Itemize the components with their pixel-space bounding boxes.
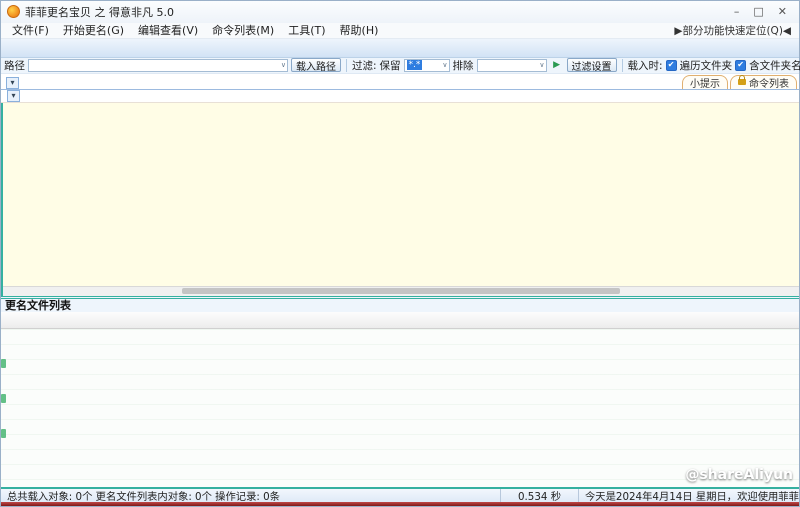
quick-locate-bar[interactable]: ▶部分功能快速定位(Q)◀: [674, 23, 795, 38]
keep-filter-combobox[interactable]: *.*: [404, 59, 450, 72]
window-title: 菲菲更名宝贝 之 得意非凡 5.0: [25, 4, 174, 20]
load-when-label: 载入时:: [628, 58, 663, 73]
menu-item[interactable]: 开始更名(G): [56, 22, 131, 38]
exclude-filter-combobox[interactable]: [477, 59, 547, 72]
maximize-button[interactable]: □: [753, 5, 763, 18]
status-bar: 总共载入对象: 0个 更名文件列表内对象: 0个 操作记录: 0条 0.534 …: [1, 487, 799, 502]
divider: [622, 59, 623, 72]
subtab-overflow-dropdown[interactable]: [7, 90, 20, 102]
include-foldername-checkbox[interactable]: [735, 60, 746, 71]
bottom-red-strip: [1, 502, 799, 506]
right-tabs: 小提示 命令列表: [682, 75, 797, 89]
title-bar: 菲菲更名宝贝 之 得意非凡 5.0 – □ ✕: [1, 1, 799, 23]
edge-marks: [1, 359, 7, 469]
filter-label: 过滤:: [352, 58, 377, 73]
minimize-button[interactable]: –: [734, 5, 740, 18]
divider: [346, 59, 347, 72]
close-button[interactable]: ✕: [778, 5, 787, 18]
exclude-label: 排除: [453, 58, 474, 73]
tab-overflow-dropdown[interactable]: [6, 77, 19, 89]
status-welcome: 今天是2024年4月14日 星期日，欢迎使用菲菲更名宝贝x64版！: [579, 489, 799, 502]
tab-tips[interactable]: 小提示: [682, 75, 728, 89]
include-foldername-label: 含文件夹名: [749, 58, 800, 73]
menu-bar: 文件(F)开始更名(G)编辑查看(V)命令列表(M)工具(T)帮助(H) ▶部分…: [1, 23, 799, 39]
menu-item[interactable]: 帮助(H): [333, 22, 386, 38]
menu-items: 文件(F)开始更名(G)编辑查看(V)命令列表(M)工具(T)帮助(H): [5, 22, 385, 38]
status-time: 0.534 秒: [501, 489, 579, 502]
menu-item[interactable]: 工具(T): [281, 22, 332, 38]
command-list-panel: [1, 103, 799, 296]
app-window: 菲菲更名宝贝 之 得意非凡 5.0 – □ ✕ 文件(F)开始更名(G)编辑查看…: [0, 0, 800, 507]
path-label: 路径: [4, 58, 25, 73]
menu-item[interactable]: 编辑查看(V): [131, 22, 205, 38]
watermark: @shareAliyun: [685, 467, 793, 483]
filter-settings-button[interactable]: 过滤设置: [567, 58, 617, 72]
command-list-body[interactable]: [3, 103, 799, 286]
path-combobox[interactable]: [28, 59, 288, 72]
load-path-button[interactable]: 载入路径: [291, 58, 341, 72]
lock-icon: [738, 79, 746, 85]
toolbar: [1, 39, 799, 58]
path-bar: 路径 载入路径 过滤: 保留 *.* 排除 过滤设置 载入时: 遍历文件夹 含文…: [1, 58, 799, 74]
keep-label: 保留: [380, 58, 401, 73]
traverse-folders-checkbox[interactable]: [666, 60, 677, 71]
panels-area: [1, 103, 799, 296]
file-list-header: [1, 312, 799, 329]
command-list-hscrollbar[interactable]: [3, 286, 799, 296]
file-list-body[interactable]: @shareAliyun: [1, 329, 799, 487]
menu-item[interactable]: 命令列表(M): [205, 22, 281, 38]
sub-tab-bar: [1, 90, 799, 103]
main-tab-bar: 小提示 命令列表: [1, 74, 799, 90]
menu-item[interactable]: 文件(F): [5, 22, 56, 38]
app-icon: [7, 5, 20, 18]
preview-bar: 更名文件列表: [1, 296, 799, 312]
status-objects: 总共载入对象: 0个 更名文件列表内对象: 0个 操作记录: 0条: [1, 489, 501, 502]
traverse-folders-label: 遍历文件夹: [680, 58, 733, 73]
scrollbar-thumb[interactable]: [182, 288, 620, 294]
window-controls: – □ ✕: [734, 5, 793, 18]
apply-filter-icon[interactable]: [550, 58, 564, 72]
tab-command-list[interactable]: 命令列表: [730, 75, 797, 89]
